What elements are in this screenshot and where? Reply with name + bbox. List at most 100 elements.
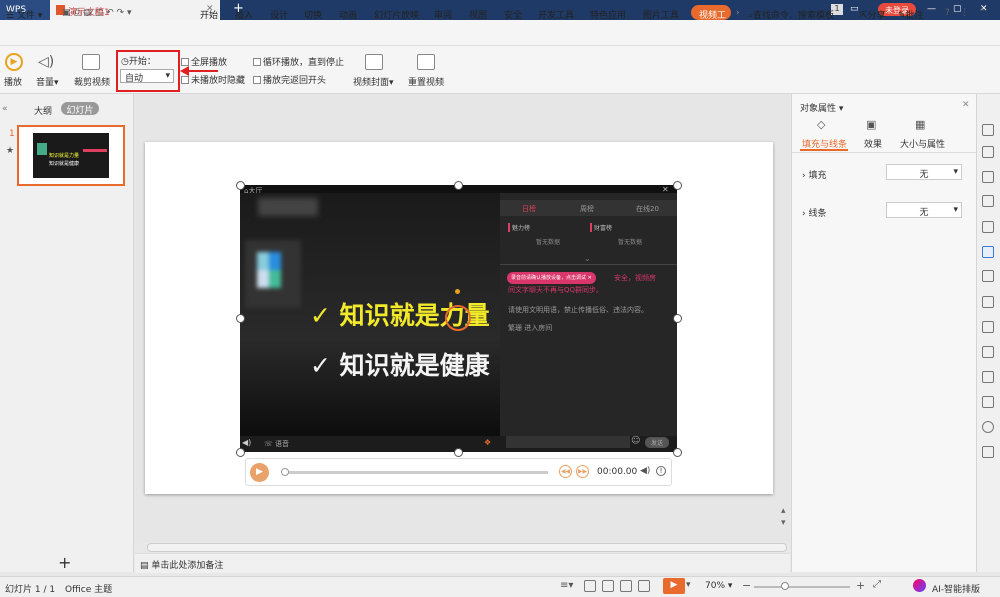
settings-icon[interactable]: [982, 396, 994, 408]
progress-thumb[interactable]: [281, 468, 289, 476]
history-icon[interactable]: [982, 421, 994, 433]
add-slide-button[interactable]: +: [58, 553, 71, 572]
slideshow-menu-icon[interactable]: ▾: [686, 580, 691, 590]
file-menu[interactable]: ☰ 文件 ▾: [6, 8, 42, 21]
chevron-right-icon[interactable]: ›: [736, 8, 740, 18]
more-icon[interactable]: ⋮: [960, 8, 969, 18]
share-icon[interactable]: [982, 296, 994, 308]
menu-item-insert[interactable]: 插入: [235, 8, 253, 21]
resize-handle-ne[interactable]: [673, 181, 682, 190]
menu-item-video-tools[interactable]: 视频工: [691, 5, 731, 21]
resize-handle-nw[interactable]: [236, 181, 245, 190]
notes-bar[interactable]: [135, 553, 790, 573]
tools-icon[interactable]: [982, 371, 994, 383]
format-icon[interactable]: [982, 221, 994, 233]
layers-icon[interactable]: [982, 171, 994, 183]
slideshow-play-icon[interactable]: ▶: [663, 578, 685, 594]
start-mode-select[interactable]: 自动 ▾: [120, 69, 174, 84]
reset-video-icon[interactable]: [417, 54, 435, 70]
trim-video-button[interactable]: 裁剪视频: [74, 75, 110, 88]
collapse-panel-icon[interactable]: «: [2, 104, 8, 114]
help-icon[interactable]: ?: [945, 8, 950, 18]
zoom-out-icon[interactable]: −: [742, 579, 751, 592]
menu-item-security[interactable]: 安全: [504, 8, 522, 21]
menu-item-picture-tools[interactable]: 图片工具: [643, 8, 679, 21]
quick-access-toolbar[interactable]: ▣ ⎙ ▤ ◫ ↶ ↷ ▾: [62, 8, 131, 18]
collapse-ribbon-icon[interactable]: ⌃: [978, 8, 986, 18]
menu-item-transition[interactable]: 切换: [304, 8, 322, 21]
resize-handle-se[interactable]: [673, 448, 682, 457]
minimize-icon[interactable]: —: [927, 4, 936, 14]
menu-item-design[interactable]: 设计: [270, 8, 288, 21]
shapes-icon[interactable]: [982, 146, 994, 158]
search-command[interactable]: ⌕查找命令、搜索模板: [748, 8, 834, 21]
line-section[interactable]: › 线条: [802, 206, 826, 219]
play-icon[interactable]: ▶: [5, 53, 23, 71]
play-button-label[interactable]: 播放: [4, 75, 22, 88]
resize-handle-w[interactable]: [236, 314, 245, 323]
sorter-view-icon[interactable]: [602, 580, 614, 592]
menu-item-view[interactable]: 视图: [469, 8, 487, 21]
notes-view-icon[interactable]: [638, 580, 650, 592]
scroll-up-icon[interactable]: ▴: [781, 506, 786, 516]
menu-item-animation[interactable]: 动画: [339, 8, 357, 21]
rotation-handle[interactable]: [455, 289, 460, 294]
close-panel-icon[interactable]: ✕: [962, 100, 970, 110]
style-icon[interactable]: [982, 195, 994, 207]
volume-button-label[interactable]: 音量▾: [36, 75, 59, 88]
resize-handle-e[interactable]: [673, 314, 682, 323]
resize-handle-sw[interactable]: [236, 448, 245, 457]
line-select[interactable]: 无 ▾: [886, 202, 962, 218]
resize-handle-n[interactable]: [454, 181, 463, 190]
menu-item-features[interactable]: 特色应用: [590, 8, 626, 21]
volume-icon[interactable]: ◁): [38, 54, 54, 70]
notes-placeholder[interactable]: ▤ 单击此处添加备注: [140, 558, 223, 571]
tab-effect[interactable]: 效果: [864, 137, 882, 150]
fill-line-icon[interactable]: ◇: [817, 118, 825, 131]
reading-view-icon[interactable]: [620, 580, 632, 592]
backup-icon[interactable]: [982, 321, 994, 333]
comment-button[interactable]: ✎批注: [898, 8, 924, 21]
progress-track[interactable]: [282, 471, 548, 474]
fill-select[interactable]: 无 ▾: [886, 164, 962, 180]
resize-handle-s[interactable]: [454, 448, 463, 457]
tab-outline[interactable]: 大纲: [34, 104, 52, 117]
video-cover-icon[interactable]: [365, 54, 383, 70]
rewind-icon[interactable]: ◀◀: [559, 465, 572, 478]
zoom-level[interactable]: 70% ▾: [705, 581, 732, 591]
reset-video-button[interactable]: 重置视频: [408, 75, 444, 88]
zoom-slider-thumb[interactable]: [781, 582, 789, 590]
menu-item-review[interactable]: 审阅: [434, 8, 452, 21]
rewind-checkbox[interactable]: 播放完返回开头: [253, 73, 326, 86]
panel-title[interactable]: 对象属性 ▾: [800, 101, 843, 114]
zoom-in-icon[interactable]: +: [856, 579, 865, 592]
horizontal-scrollbar[interactable]: [147, 543, 787, 552]
trim-video-icon[interactable]: [82, 54, 100, 70]
fill-section[interactable]: › 填充: [802, 168, 826, 181]
select-icon[interactable]: [982, 124, 994, 136]
loop-checkbox[interactable]: 循环播放，直到停止: [253, 55, 344, 68]
volume-icon[interactable]: ◀): [640, 466, 650, 476]
menu-item-slideshow[interactable]: 幻灯片放映: [374, 8, 419, 21]
fullscreen-checkbox[interactable]: 全屏播放: [181, 55, 227, 68]
picture-icon[interactable]: [982, 346, 994, 358]
menu-item-developer[interactable]: 开发工具: [538, 8, 574, 21]
fast-forward-icon[interactable]: ▶▶: [576, 465, 589, 478]
video-cover-button[interactable]: 视频封面▾: [353, 75, 394, 88]
tab-size-properties[interactable]: 大小与属性: [900, 137, 945, 150]
tab-slides[interactable]: 幻灯片: [61, 102, 99, 116]
ai-icon[interactable]: [913, 579, 926, 592]
info-icon[interactable]: !: [656, 466, 666, 476]
ai-layout-button[interactable]: AI-智能排版: [932, 582, 980, 595]
play-icon[interactable]: ▶: [250, 463, 269, 482]
animation-icon[interactable]: [982, 270, 994, 282]
size-icon[interactable]: ▦: [915, 118, 925, 131]
normal-view-icon[interactable]: [584, 580, 596, 592]
share-button[interactable]: ⇱分享: [860, 8, 886, 21]
align-icon[interactable]: ≡▾: [560, 580, 573, 591]
properties-icon[interactable]: [982, 246, 994, 258]
help-icon[interactable]: [982, 446, 994, 458]
restore-icon[interactable]: ▭: [850, 4, 859, 14]
effect-icon[interactable]: ▣: [866, 118, 876, 131]
scroll-down-icon[interactable]: ▾: [781, 518, 786, 528]
